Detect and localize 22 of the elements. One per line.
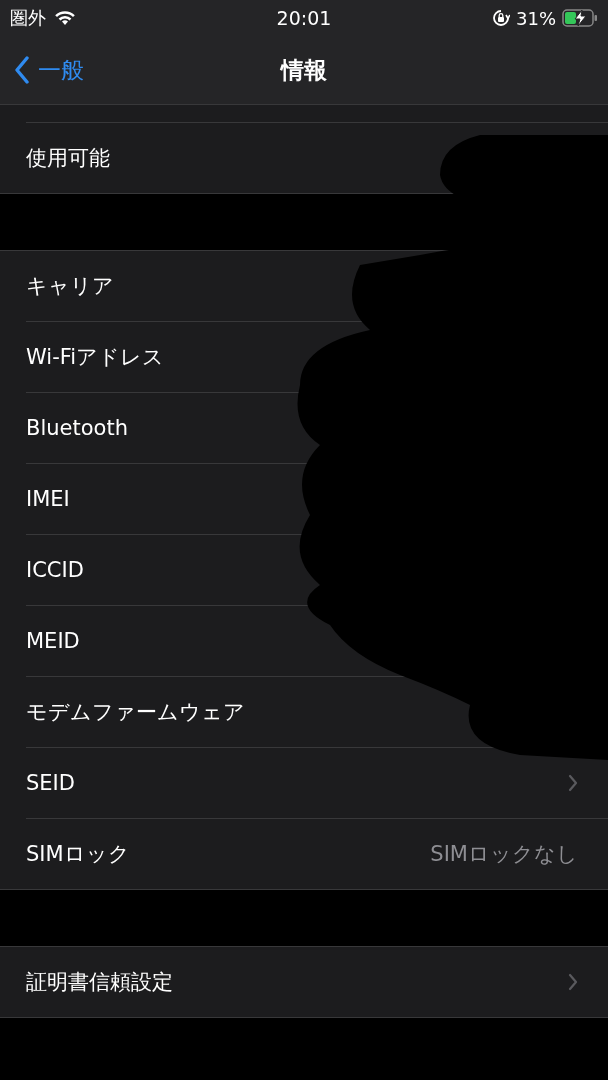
chevron-left-icon	[14, 56, 30, 84]
back-button[interactable]: 一般	[0, 54, 84, 86]
page-title: 情報	[281, 55, 327, 85]
row-label: MEID	[26, 629, 80, 653]
row-label: Bluetooth	[26, 416, 128, 440]
row-label: SIMロック	[26, 841, 130, 868]
row-label: 使用可能	[26, 145, 110, 172]
row-label: IMEI	[26, 487, 70, 511]
row-label: モデムファームウェア	[26, 699, 245, 726]
row-label: 証明書信頼設定	[26, 969, 173, 996]
row-value: SIMロックなし	[430, 841, 578, 868]
chevron-right-icon	[568, 774, 578, 792]
row-label: Wi-Fiアドレス	[26, 344, 165, 371]
orientation-lock-icon	[492, 9, 510, 27]
row-label: ICCID	[26, 558, 84, 582]
row-label: SEID	[26, 771, 75, 795]
chevron-right-icon	[568, 973, 578, 991]
row-label: キャリア	[26, 273, 114, 300]
wifi-icon	[54, 10, 76, 26]
status-time: 20:01	[276, 7, 332, 29]
carrier-label: 圏外	[10, 6, 46, 30]
battery-percent: 31%	[516, 7, 556, 29]
